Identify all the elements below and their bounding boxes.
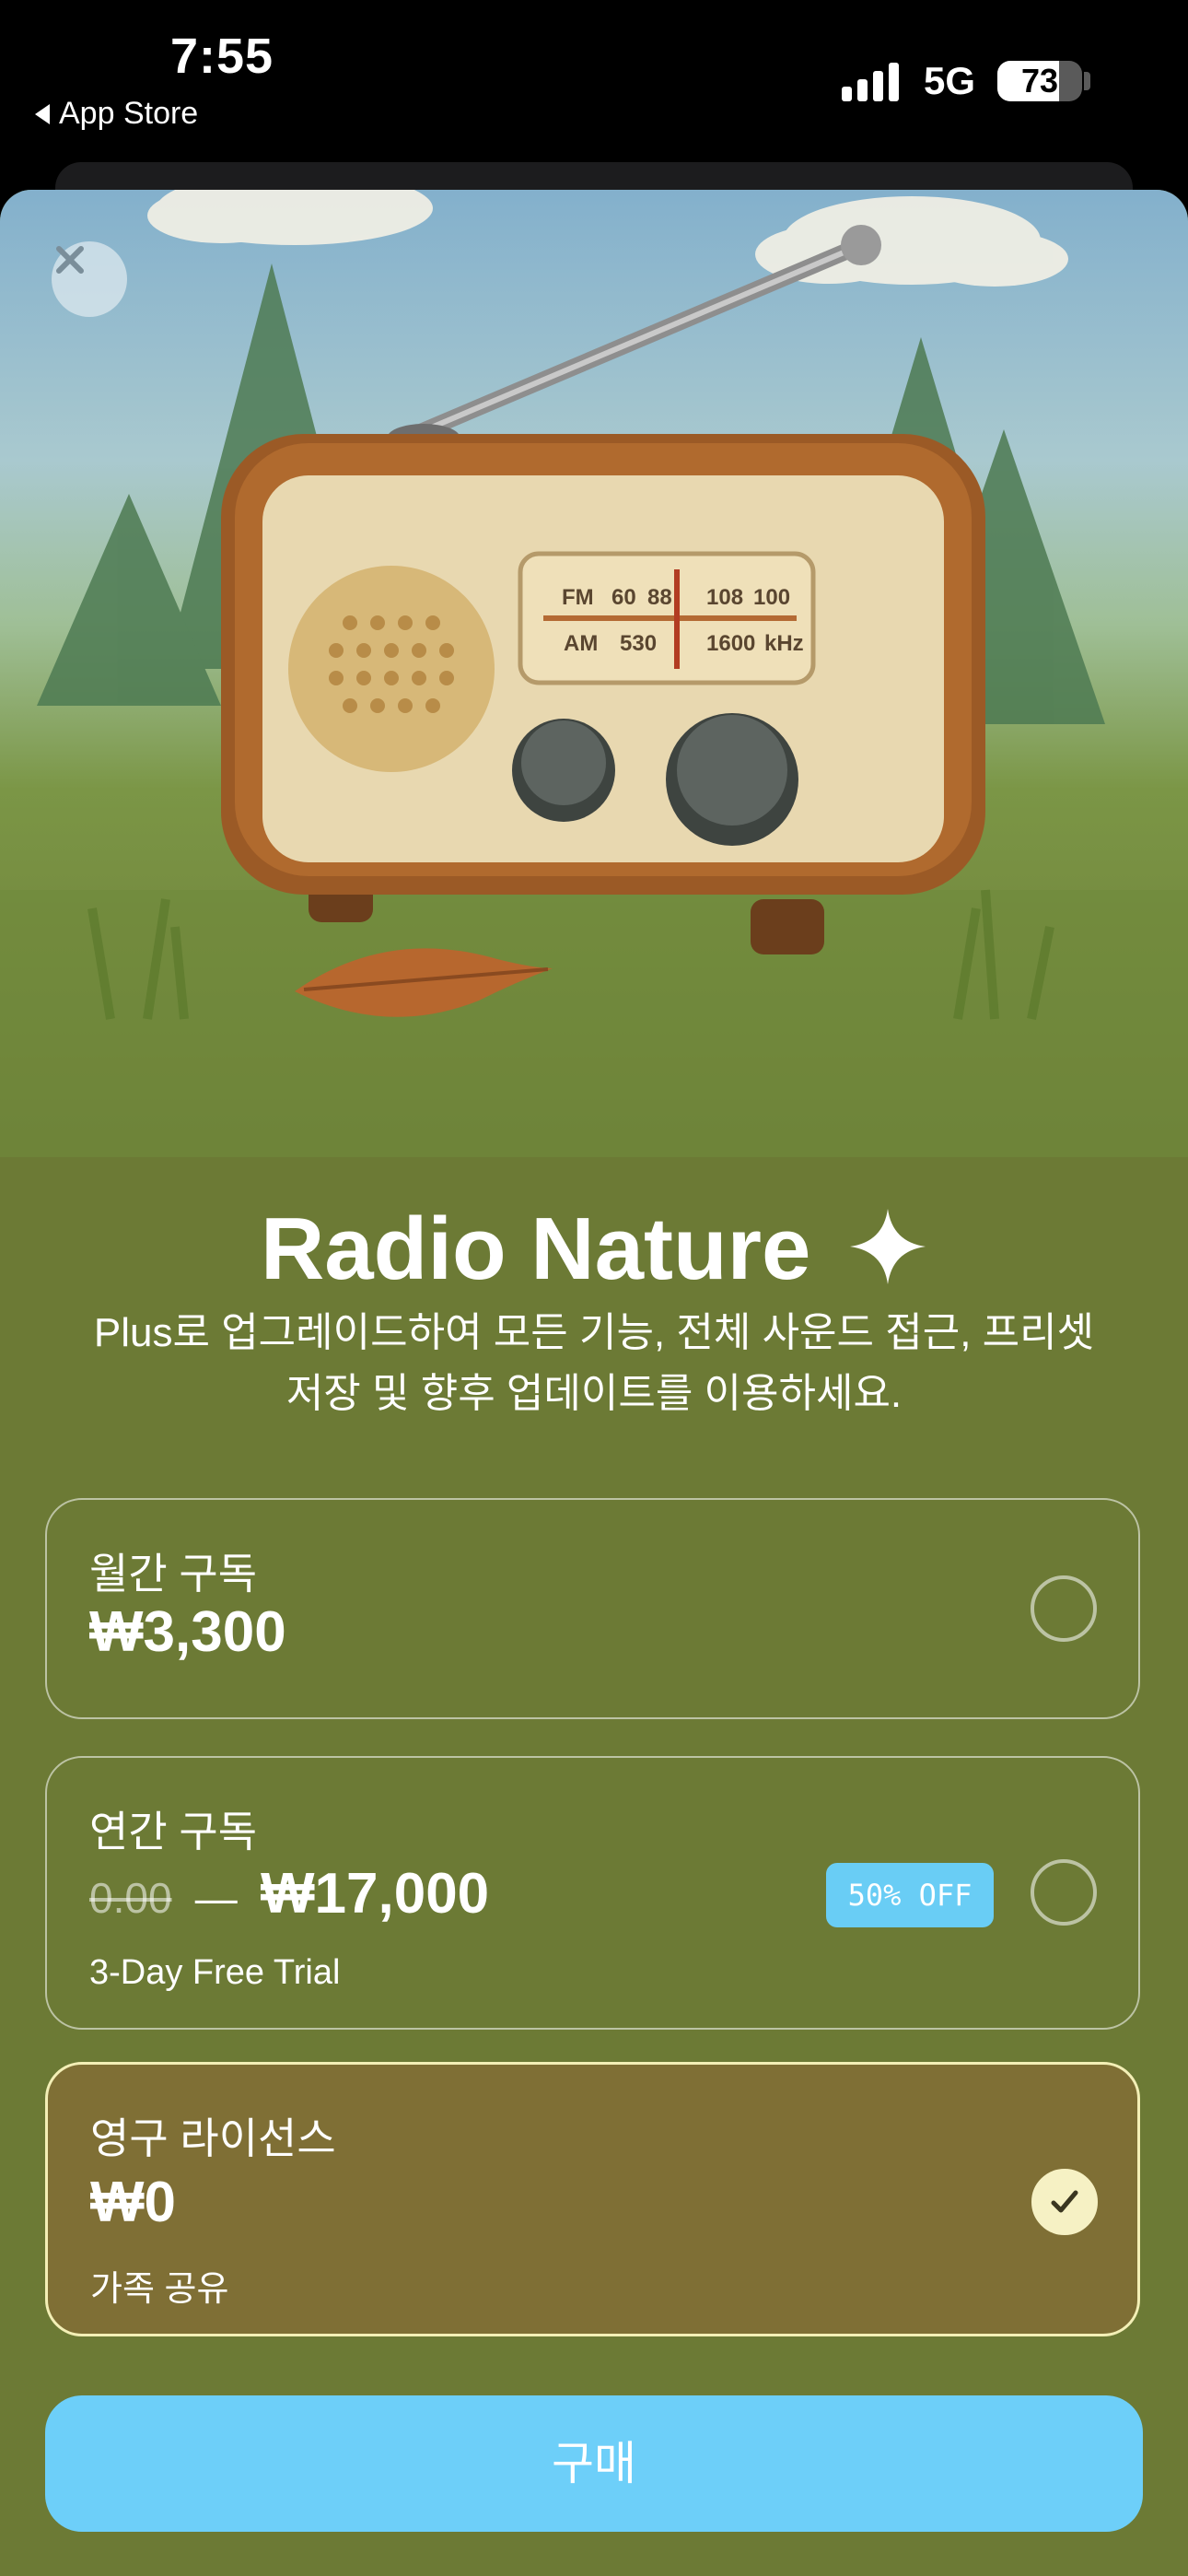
page-title: Radio Nature — [0, 1199, 1188, 1300]
back-app-label: App Store — [59, 96, 199, 131]
dial-fm-mark: 88 — [647, 585, 672, 610]
battery-icon: 73 — [997, 61, 1082, 101]
sparkle-icon — [850, 1209, 926, 1284]
app-name: Radio Nature — [260, 1200, 811, 1298]
radio-button-selected[interactable] — [1031, 2169, 1098, 2235]
description-line: Plus로 업그레이드하여 모든 기능, 전체 사운드 접근, 프리셋 — [93, 1310, 1095, 1355]
plan-price-row: 0.00 — ₩17,000 — [89, 1861, 489, 1926]
back-triangle-icon — [35, 103, 50, 124]
battery-percent: 73 — [1020, 62, 1059, 100]
plan-price: ₩17,000 — [261, 1862, 490, 1926]
hero-illustration: FM 60 88 108 100 AM 530 1600 kHz — [0, 190, 1188, 1157]
dial-am-mark: 1600 — [706, 631, 755, 656]
buy-button[interactable]: 구매 — [45, 2395, 1143, 2532]
dial-fm-mark: 108 — [706, 585, 743, 610]
radio-button[interactable] — [1031, 1575, 1097, 1642]
dial-am-mark: kHz — [764, 631, 804, 656]
plan-price: ₩0 — [90, 2171, 176, 2234]
status-bar: 7:55 App Store 5G 73 — [0, 0, 1188, 157]
description-line: 저장 및 향후 업데이트를 이용하세요. — [285, 1371, 903, 1416]
plan-option-lifetime[interactable]: 영구 라이선스 ₩0 가족 공유 — [45, 2062, 1140, 2336]
plan-price: ₩3,300 — [89, 1600, 286, 1664]
cellular-signal-icon — [842, 61, 899, 101]
dial-fm-label: FM — [562, 585, 594, 610]
price-dash: — — [194, 1874, 238, 1922]
battery-cap — [1084, 72, 1090, 90]
plan-option-yearly[interactable]: 연간 구독 0.00 — ₩17,000 3-Day Free Trial 50… — [45, 1756, 1140, 2030]
upgrade-description: Plus로 업그레이드하여 모든 기능, 전체 사운드 접근, 프리셋 저장 및… — [37, 1303, 1151, 1424]
family-sharing-note: 가족 공유 — [90, 2270, 229, 2309]
trial-note: 3-Day Free Trial — [89, 1953, 341, 1992]
plan-name: 영구 라이선스 — [90, 2114, 336, 2162]
status-time: 7:55 — [170, 29, 274, 84]
radio-button[interactable] — [1031, 1859, 1097, 1926]
radio-illustration: FM 60 88 108 100 AM 530 1600 kHz — [0, 190, 1188, 1157]
original-price: 0.00 — [89, 1874, 172, 1922]
network-type: 5G — [924, 59, 976, 102]
dial-am-mark: 530 — [620, 631, 657, 656]
plan-name: 연간 구독 — [89, 1808, 258, 1856]
close-icon — [56, 246, 84, 274]
dial-fm-mark: 60 — [611, 585, 636, 610]
discount-badge: 50% OFF — [826, 1863, 994, 1927]
dial-fm-mark: 100 — [753, 585, 790, 610]
paywall-sheet: FM 60 88 108 100 AM 530 1600 kHz Radio N… — [0, 190, 1188, 2576]
back-to-app-store-link[interactable]: App Store — [35, 96, 198, 132]
plan-option-monthly[interactable]: 월간 구독 ₩3,300 — [45, 1498, 1140, 1719]
plan-name: 월간 구독 — [89, 1550, 258, 1598]
close-button[interactable] — [52, 241, 127, 317]
checkmark-icon — [1051, 2190, 1078, 2213]
dial-am-label: AM — [564, 631, 598, 656]
